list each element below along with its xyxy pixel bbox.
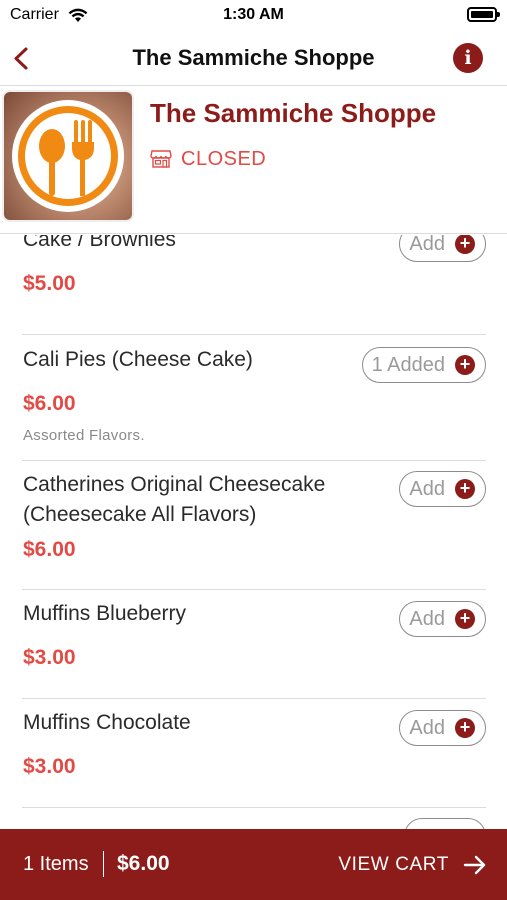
store-logo — [4, 92, 132, 220]
menu-item: Cake / Brownies $5.00 Add + — [22, 235, 486, 335]
add-button[interactable] — [404, 818, 486, 829]
item-price: $5.00 — [23, 272, 76, 295]
navigation-bar: The Sammiche Shoppe i — [0, 32, 507, 86]
menu-item: Cali Pies (Cheese Cake) $6.00 Assorted F… — [22, 335, 486, 461]
view-cart-button[interactable]: VIEW CART — [338, 851, 487, 879]
spoon-fork-logo-icon — [12, 100, 124, 212]
status-time: 1:30 AM — [223, 6, 284, 23]
item-description: Assorted Flavors. — [23, 427, 145, 444]
plus-icon: + — [455, 718, 475, 738]
menu-item: Catherines Original Cheesecake (Cheeseca… — [22, 461, 486, 590]
menu-item-partial — [22, 808, 486, 829]
item-price: $3.00 — [23, 755, 76, 778]
item-price: $6.00 — [23, 392, 76, 415]
plus-icon: + — [455, 609, 475, 629]
storefront-icon — [150, 150, 172, 168]
arrow-right-icon — [463, 855, 486, 875]
info-button[interactable]: i — [453, 43, 483, 73]
item-name-line2: (Cheesecake All Flavors) — [23, 503, 257, 526]
store-status-label: CLOSED — [181, 147, 267, 170]
cart-total: $6.00 — [117, 852, 170, 875]
add-button[interactable]: Add + — [399, 601, 486, 637]
status-bar: Carrier 1:30 AM — [0, 0, 507, 32]
add-button-label: Add — [409, 477, 445, 500]
menu-list: Cake / Brownies $5.00 Add + Cali Pies (C… — [0, 235, 507, 829]
store-header: The Sammiche Shoppe CLOSED — [0, 87, 507, 234]
item-price: $6.00 — [23, 538, 76, 561]
plus-icon: + — [455, 235, 475, 254]
menu-item: Muffins Blueberry $3.00 Add + — [22, 590, 486, 699]
cart-divider — [103, 851, 104, 877]
added-button[interactable]: 1 Added + — [361, 347, 486, 383]
view-cart-label: VIEW CART — [338, 854, 449, 875]
add-button-label: 1 Added — [371, 353, 445, 376]
store-name: The Sammiche Shoppe — [150, 98, 437, 128]
add-button[interactable]: Add + — [399, 471, 486, 507]
battery-icon — [467, 7, 500, 22]
add-button[interactable]: Add + — [399, 710, 486, 746]
store-status: CLOSED — [150, 147, 266, 171]
item-name: Cake / Brownies — [23, 235, 176, 251]
add-button-label: Add — [409, 716, 445, 739]
plus-icon: + — [455, 479, 475, 499]
menu-item: Muffins Chocolate $3.00 Add + — [22, 699, 486, 808]
item-price: $3.00 — [23, 646, 76, 669]
cart-bar[interactable]: 1 Items $6.00 VIEW CART — [0, 829, 507, 900]
item-name: Catherines Original Cheesecake — [23, 473, 326, 496]
add-button[interactable]: Add + — [399, 235, 486, 262]
item-name: Muffins Chocolate — [23, 711, 191, 734]
page-title: The Sammiche Shoppe — [132, 45, 375, 70]
item-name: Muffins Blueberry — [23, 602, 187, 625]
add-button-label: Add — [409, 235, 445, 255]
add-button-label: Add — [409, 607, 445, 630]
cart-item-count: 1 Items — [23, 853, 89, 875]
plus-icon: + — [455, 355, 475, 375]
item-name: Cali Pies (Cheese Cake) — [23, 348, 253, 371]
